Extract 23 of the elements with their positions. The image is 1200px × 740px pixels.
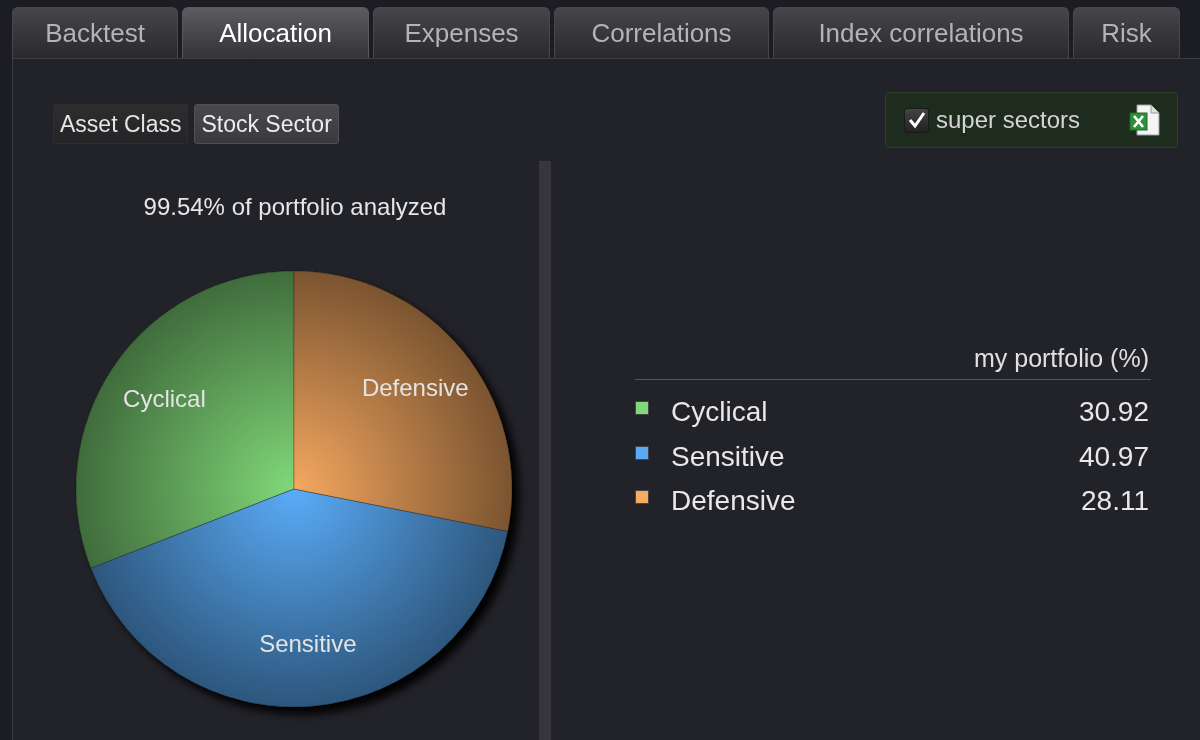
check-icon — [907, 111, 926, 129]
tab[interactable]: Index correlations — [773, 7, 1069, 58]
spreadsheet-icon[interactable] — [1129, 104, 1161, 136]
tab[interactable]: Expenses — [373, 7, 550, 58]
row-value: 30.92 — [1078, 395, 1150, 430]
tab[interactable]: Risk — [1073, 7, 1180, 58]
view-button[interactable]: Asset Class — [53, 104, 189, 144]
checkbox-label: super sectors — [936, 105, 1081, 135]
tab[interactable]: Backtest — [12, 7, 178, 58]
chart-caption: 99.54% of portfolio analyzed — [142, 193, 448, 221]
row-label: Sensitive — [671, 439, 785, 474]
view-button[interactable]: Stock Sector — [194, 104, 339, 144]
tab[interactable]: Correlations — [554, 7, 769, 58]
tab[interactable]: Allocation — [182, 7, 369, 58]
row-label: Defensive — [671, 484, 796, 519]
row-label: Cyclical — [671, 395, 768, 430]
slice-label: Defensive — [361, 373, 469, 401]
column-header: my portfolio (%) — [973, 343, 1150, 373]
slice-label: Sensitive — [259, 629, 357, 657]
slice-label: Cyclical — [123, 384, 206, 412]
checkbox[interactable] — [904, 107, 929, 133]
row-value: 40.97 — [1078, 439, 1150, 474]
row-value: 28.11 — [1081, 484, 1150, 519]
